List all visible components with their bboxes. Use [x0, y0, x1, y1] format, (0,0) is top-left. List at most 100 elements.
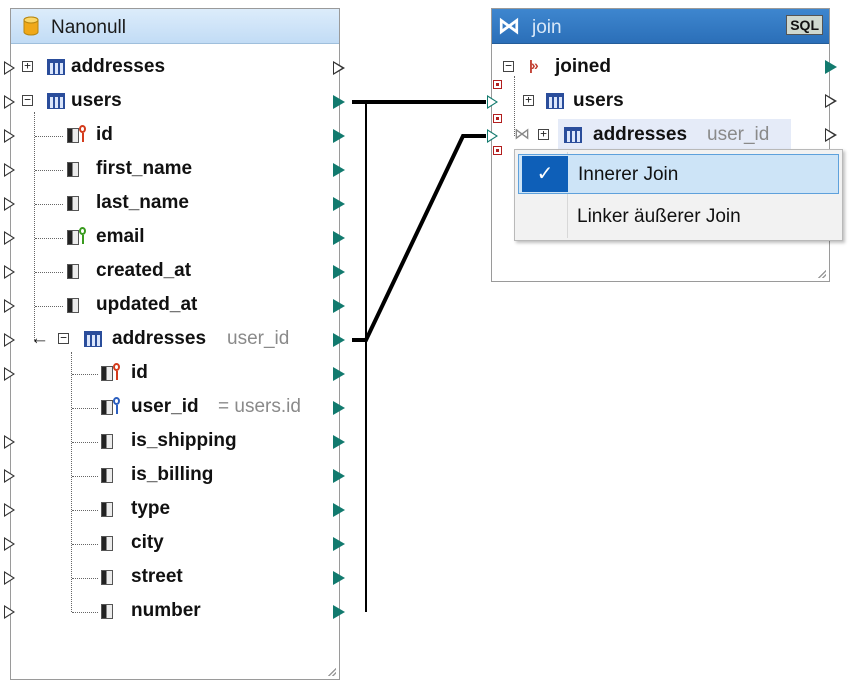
- expand-icon[interactable]: +: [22, 60, 33, 72]
- table-icon: [564, 127, 582, 143]
- input-port[interactable]: [4, 197, 15, 211]
- resize-grip-icon[interactable]: [818, 270, 826, 278]
- output-port[interactable]: [333, 333, 345, 347]
- field-icon: [101, 400, 113, 415]
- menu-item-left-outer-join[interactable]: Linker äußerer Join: [518, 197, 839, 237]
- source-nested-field-row-id[interactable]: id: [0, 359, 360, 389]
- source-field-label: last_name: [96, 192, 189, 213]
- field-icon: [67, 196, 79, 211]
- source-table-row-addresses[interactable]: + addresses: [0, 53, 360, 83]
- join-users-input-port[interactable]: [487, 95, 498, 109]
- source-nested-field-row-city[interactable]: city: [0, 529, 360, 559]
- red-key-icon: [113, 363, 120, 380]
- resize-grip-icon[interactable]: [328, 668, 336, 676]
- output-port[interactable]: [333, 129, 345, 143]
- output-port[interactable]: [333, 265, 345, 279]
- expand-icon[interactable]: +: [523, 94, 534, 106]
- output-port[interactable]: [333, 61, 345, 75]
- input-port[interactable]: [4, 231, 15, 245]
- output-port[interactable]: [333, 367, 345, 381]
- table-icon: [47, 59, 65, 75]
- input-port[interactable]: [4, 605, 15, 619]
- collapse-icon[interactable]: −: [58, 332, 69, 344]
- source-field-row-created_at[interactable]: created_at: [0, 257, 360, 287]
- input-port[interactable]: [4, 95, 15, 109]
- nested-table-label: addresses: [112, 328, 207, 349]
- source-nested-field-row-user_id[interactable]: user_id = users.id: [0, 393, 360, 423]
- output-port[interactable]: [333, 401, 345, 415]
- source-nested-addresses-row[interactable]: ← − addresses user_id: [0, 325, 360, 355]
- output-port[interactable]: [333, 197, 345, 211]
- field-icon: [101, 468, 113, 483]
- sql-badge-button[interactable]: SQL: [786, 15, 823, 35]
- join-joined-row[interactable]: − |» joined: [500, 53, 837, 83]
- collapse-icon[interactable]: −: [22, 94, 33, 106]
- output-port[interactable]: [333, 537, 345, 551]
- join-tree-line: [514, 76, 515, 136]
- join-users-row[interactable]: + users: [500, 87, 837, 117]
- checkmark-icon: ✓: [522, 156, 568, 192]
- expand-icon[interactable]: +: [538, 128, 549, 140]
- source-field-row-last_name[interactable]: last_name: [0, 189, 360, 219]
- collapse-icon[interactable]: −: [503, 60, 514, 72]
- source-table-label: addresses: [71, 56, 166, 77]
- output-port[interactable]: [333, 95, 345, 109]
- source-nested-field-row-is_shipping[interactable]: is_shipping: [0, 427, 360, 457]
- joined-output-port[interactable]: [825, 60, 837, 74]
- input-port[interactable]: [4, 503, 15, 517]
- tree-branch: [35, 238, 63, 239]
- table-icon: [546, 93, 564, 109]
- addresses-output-port[interactable]: [825, 128, 837, 142]
- tree-branch: [72, 544, 98, 545]
- source-field-label: is_billing: [131, 464, 214, 485]
- input-port[interactable]: [4, 129, 15, 143]
- source-field-row-updated_at[interactable]: updated_at: [0, 291, 360, 321]
- join-icon: ⋈: [498, 13, 520, 38]
- input-port[interactable]: [4, 163, 15, 177]
- input-port[interactable]: [4, 367, 15, 381]
- output-port[interactable]: [333, 605, 345, 619]
- source-nested-field-row-type[interactable]: type: [0, 495, 360, 525]
- addresses-tree-line: [71, 352, 72, 612]
- input-port[interactable]: [4, 571, 15, 585]
- source-field-label: type: [131, 498, 171, 519]
- source-field-row-first_name[interactable]: first_name: [0, 155, 360, 185]
- source-nested-field-row-number[interactable]: number: [0, 597, 360, 627]
- source-field-row-id[interactable]: id: [0, 121, 360, 151]
- database-icon: [23, 16, 39, 36]
- source-nested-field-row-is_billing[interactable]: is_billing: [0, 461, 360, 491]
- input-port[interactable]: [4, 299, 15, 313]
- output-port[interactable]: [333, 469, 345, 483]
- source-field-label: city: [131, 532, 164, 553]
- output-port[interactable]: [333, 299, 345, 313]
- output-port[interactable]: [333, 435, 345, 449]
- addresses-connector: [352, 134, 486, 342]
- users-tree-line: [34, 112, 35, 340]
- source-field-label: street: [131, 566, 183, 587]
- field-icon: [67, 230, 79, 245]
- join-component-header[interactable]: ⋈ join SQL: [492, 9, 829, 44]
- menu-item-inner-join[interactable]: ✓ Innerer Join: [518, 154, 839, 194]
- source-nested-field-row-street[interactable]: street: [0, 563, 360, 593]
- input-port[interactable]: [4, 469, 15, 483]
- input-port[interactable]: [4, 537, 15, 551]
- join-addresses-input-port[interactable]: [487, 129, 498, 143]
- field-icon: [101, 604, 113, 619]
- output-port[interactable]: [333, 163, 345, 177]
- output-port[interactable]: [333, 503, 345, 517]
- tree-branch: [72, 476, 98, 477]
- source-field-label: id: [96, 124, 113, 145]
- output-port[interactable]: [333, 571, 345, 585]
- output-port[interactable]: [333, 231, 345, 245]
- source-component-header[interactable]: Nanonull: [11, 9, 339, 44]
- field-icon: [101, 502, 113, 517]
- input-port[interactable]: [4, 61, 15, 75]
- input-port[interactable]: [4, 435, 15, 449]
- join-addresses-row[interactable]: ⋈ + addresses user_id: [500, 119, 837, 151]
- source-table-row-users[interactable]: − users: [0, 87, 360, 117]
- source-field-label: id: [131, 362, 148, 383]
- source-field-row-email[interactable]: email: [0, 223, 360, 253]
- users-output-port[interactable]: [825, 94, 837, 108]
- input-port[interactable]: [4, 265, 15, 279]
- input-port[interactable]: [4, 333, 15, 347]
